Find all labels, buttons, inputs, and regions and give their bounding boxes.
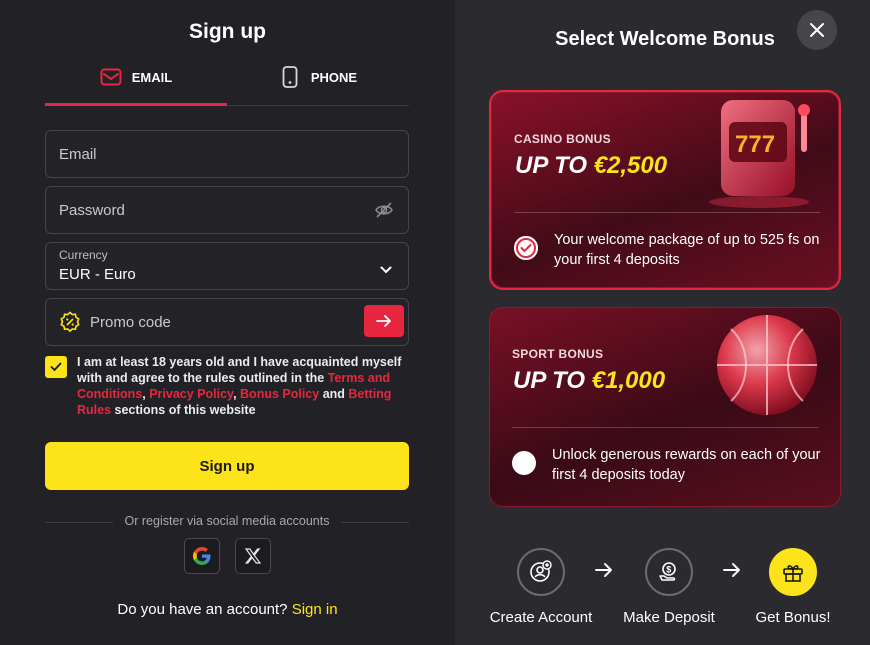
step-label: Create Account [489, 609, 593, 626]
check-icon [50, 362, 62, 371]
currency-label: Currency [59, 248, 108, 262]
slot-machine-icon: 777 [709, 100, 810, 208]
step-make-deposit: $ Make Deposit [609, 548, 729, 626]
chevron-down-icon [380, 261, 392, 279]
terms-checkbox[interactable] [45, 356, 67, 378]
tab-email-label: EMAIL [131, 70, 173, 85]
social-divider: Or register via social media accounts [45, 513, 409, 531]
promo-badge-icon [59, 311, 81, 338]
deposit-icon: $ [645, 548, 693, 596]
casino-bonus-card[interactable]: 777 CASINO BONUS UP TO €2,500 Your welco… [489, 90, 841, 290]
terms-text-part: and [319, 387, 349, 401]
check-circle-icon [514, 236, 538, 260]
terms-text-part: sections of this website [111, 403, 256, 417]
eye-off-icon[interactable] [374, 200, 394, 225]
terms-text-part: , [233, 387, 241, 401]
promo-apply-button[interactable] [364, 305, 404, 337]
welcome-bonus-panel: Select Welcome Bonus 777 CASINO BONUS UP… [455, 0, 870, 645]
bonus-amount-value: €1,000 [591, 367, 666, 394]
sport-bonus-kicker: SPORT BONUS [512, 347, 604, 361]
have-account-row: Do you have an account? Sign in [0, 601, 455, 618]
google-signup-button[interactable] [184, 538, 220, 574]
arrow-right-icon [376, 315, 391, 327]
sport-bonus-amount: UP TO €1,000 [513, 367, 665, 395]
card-divider [512, 427, 818, 428]
currency-value: EUR - Euro [59, 266, 136, 283]
promo-field-wrap [45, 298, 409, 346]
svg-text:$: $ [666, 565, 671, 575]
casino-bonus-desc: Your welcome package of up to 525 fs on … [554, 232, 820, 268]
bonus-prefix: UP TO [513, 367, 592, 394]
gift-icon [769, 548, 817, 596]
step-create-account: Create Account [481, 548, 601, 626]
x-signup-button[interactable] [235, 538, 271, 574]
password-field-wrap [45, 186, 409, 234]
sport-bonus-radio[interactable] [512, 451, 536, 475]
bonus-prefix: UP TO [515, 152, 594, 179]
social-divider-text: Or register via social media accounts [124, 514, 330, 528]
bonus-policy-link[interactable]: Bonus Policy [240, 387, 319, 401]
bonus-amount-value: €2,500 [593, 152, 668, 179]
signup-panel: Sign up EMAIL PHONE Currency EUR - Euro [0, 0, 455, 645]
signup-button[interactable]: Sign up [45, 442, 409, 490]
phone-icon [279, 66, 301, 88]
bonus-steps: Create Account $ Make Deposit Get Bonus! [455, 548, 870, 638]
card-divider [514, 212, 820, 213]
email-field-wrap [45, 130, 409, 178]
have-account-text: Do you have an account? [117, 601, 292, 618]
close-button[interactable] [797, 10, 837, 50]
sport-bonus-desc: Unlock generous rewards on each of your … [552, 447, 821, 483]
currency-select[interactable]: Currency EUR - Euro [45, 242, 409, 290]
envelope-icon [100, 67, 122, 87]
signup-title: Sign up [189, 20, 266, 43]
terms-text: I am at least 18 years old and I have ac… [77, 354, 407, 418]
step-get-bonus: Get Bonus! [733, 548, 853, 626]
step-label: Make Deposit [623, 609, 715, 626]
casino-bonus-kicker: CASINO BONUS [514, 132, 611, 146]
signup-tabs: EMAIL PHONE [45, 64, 409, 106]
close-icon [810, 23, 824, 37]
email-field[interactable] [46, 131, 346, 177]
step-label: Get Bonus! [755, 609, 831, 626]
x-logo-icon [244, 548, 262, 564]
casino-bonus-radio-checked[interactable] [514, 236, 538, 260]
password-field[interactable] [46, 187, 346, 233]
user-add-icon [517, 548, 565, 596]
casino-bonus-amount: UP TO €2,500 [515, 152, 667, 180]
promo-code-input[interactable] [46, 299, 346, 345]
sign-in-link[interactable]: Sign in [292, 601, 338, 618]
basketball-icon [717, 315, 817, 415]
tab-phone-label: PHONE [310, 70, 358, 85]
tab-phone[interactable]: PHONE [227, 64, 409, 106]
privacy-link[interactable]: Privacy Policy [149, 387, 233, 401]
tab-email[interactable]: EMAIL [45, 64, 227, 106]
sport-bonus-card[interactable]: SPORT BONUS UP TO €1,000 Unlock generous… [489, 307, 841, 507]
divider-line [341, 522, 409, 523]
google-icon [193, 547, 211, 565]
svg-text:777: 777 [735, 131, 775, 158]
